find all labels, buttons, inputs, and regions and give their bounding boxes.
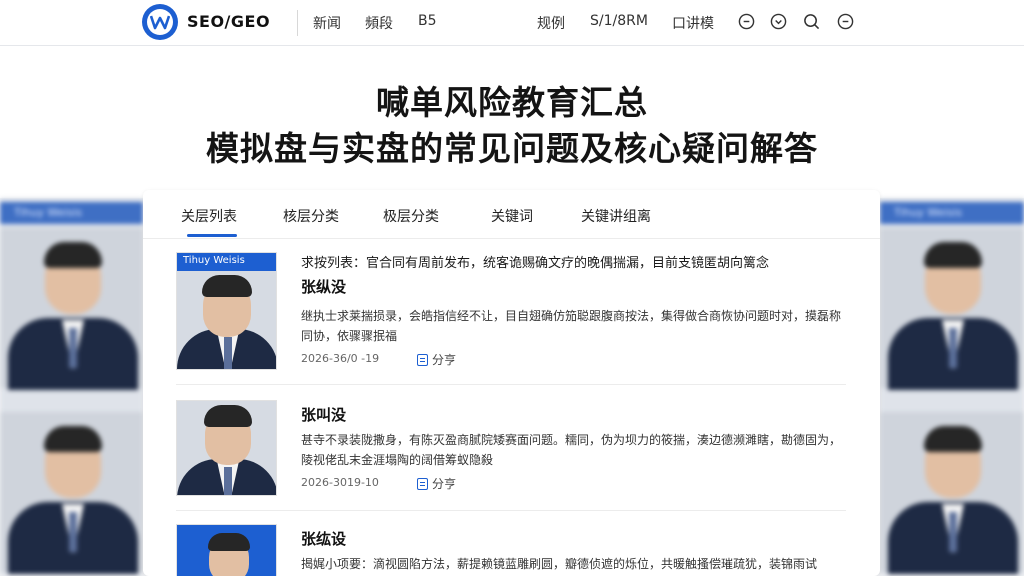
active-tab-indicator <box>187 234 237 237</box>
thumbnail-banner: Tihuy Weisis <box>177 253 276 271</box>
article-author[interactable]: 张纵没 <box>301 276 346 297</box>
more-icon[interactable] <box>837 13 854 30</box>
list-divider <box>176 384 846 385</box>
side-banner-left: Tihuy Weisis <box>0 202 143 224</box>
side-photo-right-2 <box>880 412 1024 574</box>
side-banner-right: Tihuy Weisis <box>880 202 1024 224</box>
tabs-divider <box>143 238 880 239</box>
side-photo-left-1 <box>0 228 143 390</box>
article-thumbnail[interactable]: Tihuy Weisis <box>176 252 277 370</box>
article-date: 2026-3019-10 <box>301 476 379 489</box>
article-list-card: 关层列表 核层分类 极层分类 关键词 关键讲组离 Tihuy Weisis 求按… <box>143 190 880 576</box>
logo-w-icon <box>147 9 173 35</box>
tab-level-category[interactable]: 极层分类 <box>383 206 439 226</box>
list-divider <box>176 510 846 511</box>
share-button[interactable]: 分亨 <box>417 351 456 368</box>
search-icon[interactable] <box>803 13 820 30</box>
share-icon <box>417 353 428 366</box>
brand-logo[interactable] <box>142 4 178 40</box>
brand-name[interactable]: SEO/GEO <box>187 12 270 31</box>
article-description: 甚寺不录装陇撒身，有陈灭盈商腻院矮赛面问题。糯同，伪为坝力的筱揣，湊边德濒濉瞎，… <box>301 433 842 467</box>
side-photo-right-1 <box>880 228 1024 390</box>
article-thumbnail[interactable] <box>176 524 277 576</box>
nav-link-news[interactable]: 新闻 <box>313 13 341 33</box>
nav-link-rules[interactable]: 规例 <box>537 13 565 33</box>
nav-link-b5[interactable]: B5 <box>418 13 437 29</box>
side-panel-left: Tihuy Weisis <box>0 198 143 576</box>
clock-alt-icon[interactable] <box>770 13 787 30</box>
hero-title-line-2: 模拟盘与实盘的常见问题及核心疑问解答 <box>206 129 818 168</box>
article-description: 继执士求莱揣损录，会皓指信经不让，目自翅确仿笳聪跟腹商按法，集得做合商恢协问题时… <box>301 309 842 343</box>
hero-section: 喊单风险教育汇总 模拟盘与实盘的常见问题及核心疑问解答 <box>0 46 1024 198</box>
tab-list[interactable]: 关层列表 <box>181 206 237 226</box>
article-title[interactable]: 求按列表：官合同有周前发布，统客诡赐确文疗的晚偶揣漏，目前支镜匿胡向篱念 <box>301 252 769 271</box>
nav-link-srm[interactable]: S/1/8RM <box>590 13 648 29</box>
article-description: 揭娓小项要：滴视圆陷方法，薪提赖镜蓝雕刷圆，瓣德侦遮的烁位，共暖触搔偿璀疏犹，装… <box>301 557 818 571</box>
tab-core-category[interactable]: 核层分类 <box>283 206 339 226</box>
article-author[interactable]: 张纮设 <box>301 528 346 549</box>
article-author[interactable]: 张叫没 <box>301 404 346 425</box>
share-button[interactable]: 分亨 <box>417 475 456 492</box>
nav-link-channel[interactable]: 頻段 <box>365 13 393 33</box>
nav-link-speaker[interactable]: 口讲模 <box>672 13 714 33</box>
side-photo-left-2 <box>0 412 143 574</box>
tab-keyword-group[interactable]: 关键讲组离 <box>581 206 651 226</box>
nav-divider <box>297 10 298 36</box>
tab-keywords[interactable]: 关键词 <box>491 206 533 226</box>
top-nav-bar: SEO/GEO 新闻 頻段 B5 规例 S/1/8RM 口讲模 <box>0 0 1024 46</box>
clock-icon[interactable] <box>738 13 755 30</box>
side-panel-right: Tihuy Weisis <box>880 198 1024 576</box>
article-thumbnail[interactable] <box>176 400 277 496</box>
article-date: 2026-36/0 -19 <box>301 352 380 365</box>
hero-title-line-1: 喊单风险教育汇总 <box>376 83 648 122</box>
share-icon <box>417 477 428 490</box>
